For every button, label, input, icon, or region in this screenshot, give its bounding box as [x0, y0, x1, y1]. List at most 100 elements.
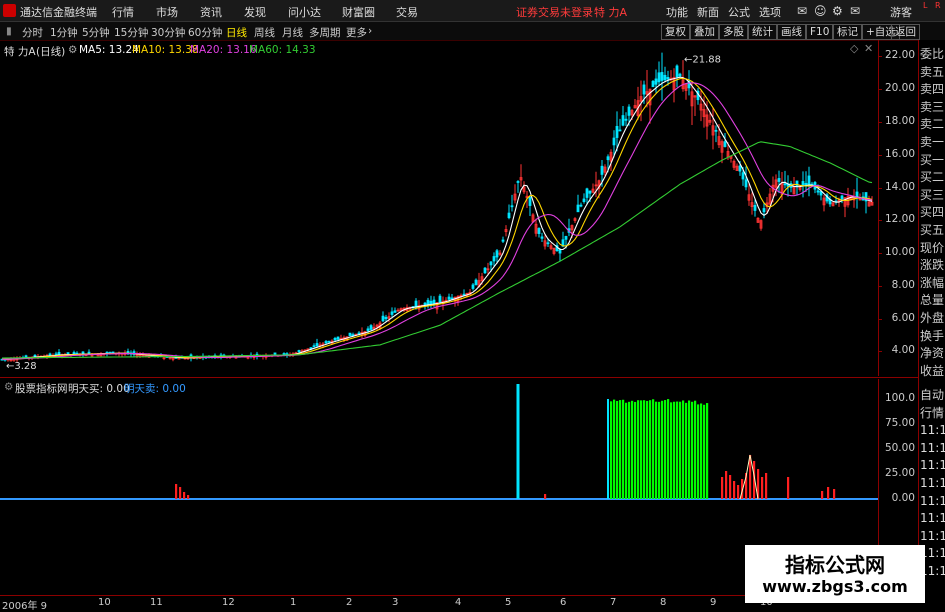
- candle-body: [507, 212, 511, 219]
- ma10-line: [1, 77, 873, 360]
- date-label: 3: [392, 597, 399, 608]
- candle-body: [390, 311, 394, 315]
- buy-bar: [616, 400, 619, 499]
- menu-item-formula[interactable]: 公式: [728, 4, 750, 20]
- candle-body: [816, 190, 820, 193]
- chevron-right-icon[interactable]: ›: [368, 25, 372, 37]
- app-logo-icon: [3, 4, 16, 17]
- candle-body: [474, 279, 478, 285]
- period-daily[interactable]: 日线: [226, 25, 247, 40]
- date-label: 8: [660, 597, 667, 608]
- menu-item-assistant[interactable]: 问小达: [288, 4, 321, 20]
- menu-item-layout[interactable]: 新面: [697, 4, 719, 20]
- candle-body: [801, 181, 805, 186]
- menu-item-trade[interactable]: 交易: [396, 4, 418, 20]
- back-button[interactable]: 返回: [891, 24, 920, 40]
- buy-bar: [643, 400, 646, 499]
- candle-body: [537, 228, 541, 234]
- candle-body: [804, 182, 808, 186]
- app-title: 通达信金融终端: [20, 6, 97, 19]
- price-tick-label: 8.00: [891, 278, 915, 291]
- menu-item-discover[interactable]: 发现: [244, 4, 266, 20]
- side-panel-item: 现价: [920, 240, 945, 255]
- candle-body: [738, 165, 742, 172]
- side-panel-item: 卖五: [920, 64, 945, 79]
- candle-body: [348, 332, 352, 337]
- period-weekly[interactable]: 周线: [254, 25, 275, 40]
- f10-button[interactable]: F10: [806, 24, 834, 40]
- corner-r: R: [935, 1, 941, 10]
- period-more[interactable]: 更多: [346, 25, 367, 40]
- candle-body: [438, 295, 442, 303]
- stats-button[interactable]: 统计: [748, 24, 777, 40]
- candle-body: [762, 208, 766, 213]
- period-multi[interactable]: 多周期: [309, 25, 341, 40]
- sell-bar: [827, 487, 830, 499]
- menu-item-market[interactable]: 行情: [112, 4, 134, 20]
- candle-body: [663, 74, 667, 81]
- side-panel-item: 11:1: [920, 476, 945, 490]
- menu-item-options[interactable]: 选项: [759, 4, 781, 20]
- login-notice[interactable]: 证券交易未登录: [516, 4, 593, 20]
- candlestick-chart[interactable]: ←21.88 ←3.28: [0, 40, 878, 376]
- user-icon[interactable]: ☺: [814, 4, 827, 18]
- buy-bar: [658, 401, 661, 499]
- period-intraday[interactable]: 分时: [22, 25, 43, 40]
- multi-stock-button[interactable]: 多股: [719, 24, 748, 40]
- sell-bar: [183, 492, 186, 499]
- buy-signal-spike: [516, 384, 520, 499]
- buy-bar: [676, 401, 679, 499]
- candle-body: [651, 80, 655, 88]
- message-icon[interactable]: ✉: [850, 4, 860, 18]
- side-panel-item: 自动: [920, 388, 945, 402]
- sell-bar: [179, 487, 182, 499]
- overlay-button[interactable]: 叠加: [690, 24, 719, 40]
- period-monthly[interactable]: 月线: [282, 25, 303, 40]
- buy-bar: [679, 401, 682, 499]
- user-label[interactable]: 游客: [890, 4, 912, 20]
- draw-line-button[interactable]: 画线: [777, 24, 806, 40]
- menu-item-function[interactable]: 功能: [666, 4, 688, 20]
- side-panel-item: 11:1: [920, 458, 945, 473]
- side-panel-item: 总量: [920, 293, 945, 308]
- candle-body: [393, 310, 397, 313]
- period-30min[interactable]: 30分钟: [151, 25, 185, 40]
- sell-bar: [821, 491, 824, 499]
- help-icon[interactable]: ✉: [797, 4, 807, 18]
- candle-body: [333, 337, 337, 341]
- buy-bar: [694, 400, 697, 499]
- candle-body: [366, 328, 370, 332]
- period-1min[interactable]: 1分钟: [50, 25, 78, 40]
- menu-item-news[interactable]: 资讯: [200, 4, 222, 20]
- candle-body: [528, 196, 532, 206]
- pane-divider[interactable]: [0, 377, 918, 378]
- settings-icon[interactable]: ⚙: [832, 4, 843, 18]
- period-60min[interactable]: 60分钟: [188, 25, 222, 40]
- price-tick-label: 4.00: [891, 344, 915, 357]
- buy-bar: [700, 403, 703, 499]
- period-15min[interactable]: 15分钟: [114, 25, 148, 40]
- candle-body: [495, 250, 499, 258]
- period-5min[interactable]: 5分钟: [82, 25, 110, 40]
- ma5-line: [1, 76, 873, 360]
- indicator-chart[interactable]: [0, 379, 878, 549]
- mark-button[interactable]: 标记: [833, 24, 862, 40]
- side-panel-item: 11:1: [920, 440, 945, 455]
- sell-bar: [544, 494, 547, 499]
- sell-bar: [175, 484, 178, 499]
- buy-bar: [682, 400, 685, 499]
- price-tick: [879, 121, 882, 123]
- sell-bar: [737, 485, 740, 499]
- menu-item-shichang[interactable]: 市场: [156, 4, 178, 20]
- menu-item-wealth[interactable]: 财富圈: [342, 4, 375, 20]
- date-label: 6: [560, 597, 567, 608]
- candle-body: [351, 334, 355, 337]
- candle-body: [516, 181, 520, 183]
- candle-body: [315, 343, 319, 347]
- date-label: 1: [290, 597, 297, 608]
- side-panel-item: 卖一: [920, 135, 945, 149]
- collapse-icon[interactable]: ▮: [6, 25, 12, 37]
- adjust-button[interactable]: 复权: [661, 24, 690, 40]
- ma60-line: [1, 141, 873, 359]
- candle-body: [675, 65, 679, 78]
